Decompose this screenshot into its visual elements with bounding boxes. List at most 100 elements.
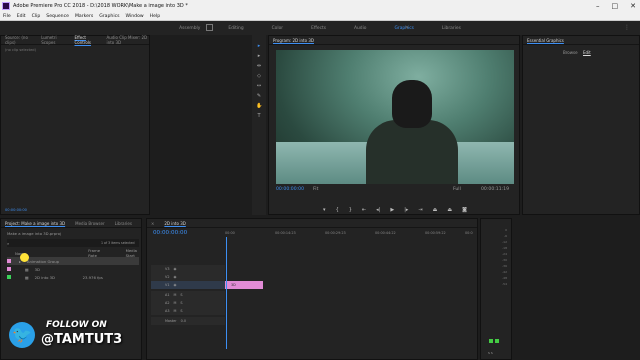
master-value[interactable]: 0.0	[181, 319, 186, 323]
slip-tool-icon[interactable]: ↔	[256, 83, 262, 89]
menu-window[interactable]: Window	[126, 14, 144, 19]
workspace-audio[interactable]: Audio	[354, 26, 366, 31]
play-icon[interactable]: ▶	[390, 207, 394, 213]
window-title: Adobe Premiere Pro CC 2018 - D:\2018 WOR…	[13, 3, 188, 9]
tab-media-browser[interactable]: Media Browser	[75, 221, 105, 226]
track-header-a3[interactable]: A3 M S	[151, 307, 225, 315]
jacket-figure	[366, 120, 458, 184]
chevron-right-icon[interactable]: »	[405, 24, 409, 31]
track-header-v1[interactable]: V1 ◉	[151, 281, 225, 289]
head-figure	[392, 80, 432, 128]
workspace-editing[interactable]: Editing	[228, 26, 243, 31]
timeline-panel: × 2D into 3D 00:00:00:00 00:00 00:00:14:2…	[146, 218, 478, 360]
timeline-timecode[interactable]: 00:00:00:00	[153, 230, 187, 236]
master-track[interactable]: Master 0.0	[151, 317, 225, 325]
maximize-icon[interactable]: □	[612, 2, 619, 10]
tab-source[interactable]: Source: (no clips)	[5, 35, 31, 45]
solo-icon[interactable]: S	[180, 301, 182, 305]
tab-libraries[interactable]: Libraries	[115, 221, 132, 226]
meter-right	[495, 339, 499, 343]
workspace-effects[interactable]: Effects	[311, 26, 326, 31]
track-label: A3	[165, 309, 170, 313]
minimize-icon[interactable]: –	[596, 2, 600, 10]
track-header-a1[interactable]: A1 M S	[151, 291, 225, 299]
fit-select[interactable]: Fit	[313, 187, 318, 192]
step-forward-icon[interactable]: |▸	[404, 207, 408, 213]
workspace-assembly[interactable]: Assembly	[179, 26, 200, 31]
program-title[interactable]: Program: 2D into 3D	[273, 38, 314, 43]
go-to-out-icon[interactable]: ⇥	[418, 207, 422, 213]
eye-icon[interactable]: ◉	[173, 283, 176, 287]
track-header-a2[interactable]: A2 M S	[151, 299, 225, 307]
program-timecode[interactable]: 00:00:00:00	[276, 187, 304, 192]
timeline-clip[interactable]: 3D	[225, 281, 263, 289]
camera-icon[interactable]: ◙	[462, 207, 467, 213]
workspace-menu-icon[interactable]: ⋮	[624, 24, 630, 31]
playhead[interactable]	[226, 237, 227, 349]
step-back-icon[interactable]: ◂|	[376, 207, 380, 213]
pen-tool-icon[interactable]: ✎	[256, 93, 262, 99]
eye-icon[interactable]: ◉	[173, 275, 176, 279]
eye-icon[interactable]: ◉	[173, 267, 176, 271]
tab-audio-clip-mixer[interactable]: Audio Clip Mixer: 2D into 3D	[107, 35, 149, 45]
solo-buttons[interactable]: S S	[488, 351, 493, 355]
go-to-in-icon[interactable]: ⇤	[362, 207, 366, 213]
workspace-color[interactable]: Color	[272, 26, 283, 31]
solo-icon[interactable]: S	[180, 309, 182, 313]
meter-scale: 0 -6 -12 -18 -24 -30 -36 -42 -48 -54	[502, 227, 507, 287]
close-sequence-icon[interactable]: ×	[151, 221, 154, 226]
hand-tool-icon[interactable]: ✋	[256, 103, 262, 109]
tab-lumetri-scopes[interactable]: Lumetri Scopes	[41, 35, 64, 45]
program-video-frame[interactable]	[276, 50, 514, 184]
tab-effect-controls[interactable]: Effect Controls	[74, 35, 96, 45]
menu-file[interactable]: File	[3, 14, 11, 19]
time-ruler[interactable]: 00:00 00:00:14:23 00:00:29:23 00:00:44:2…	[225, 231, 479, 239]
mute-icon[interactable]: M	[173, 293, 176, 297]
type-tool-icon[interactable]: T	[256, 113, 262, 119]
menu-sequence[interactable]: Sequence	[46, 14, 69, 19]
menu-markers[interactable]: Markers	[75, 14, 93, 19]
menu-edit[interactable]: Edit	[17, 14, 26, 19]
track-label: V3	[165, 267, 170, 271]
menu-help[interactable]: Help	[150, 14, 160, 19]
tab-project[interactable]: Project: Make a image into 3D	[5, 221, 65, 226]
twitter-handle: @TAMTUT3	[41, 332, 123, 347]
track-select-icon[interactable]: ▸	[256, 53, 262, 59]
menu-graphics[interactable]: Graphics	[99, 14, 119, 19]
home-icon[interactable]	[206, 24, 213, 31]
program-duration: 00:00:11:19	[481, 187, 510, 192]
mute-icon[interactable]: M	[173, 301, 176, 305]
transport-controls: ▾ { } ⇤ ◂| ▶ |▸ ⇥ ⏏ ⏏ ◙	[269, 207, 521, 213]
ripple-edit-icon[interactable]: ⇹	[256, 63, 262, 69]
track-header-v3[interactable]: V3 ◉	[151, 265, 225, 273]
item-name: 3D	[34, 266, 40, 272]
track-header-v2[interactable]: V2 ◉	[151, 273, 225, 281]
tab-sequence[interactable]: 2D into 3D	[164, 221, 185, 226]
quality-select[interactable]: Full	[453, 187, 461, 192]
essential-graphics-panel: Essential Graphics Browse Edit	[522, 35, 640, 215]
item-name: Animation Group	[26, 258, 60, 264]
sequence-icon: ▦	[25, 266, 29, 272]
list-item[interactable]: ▦ 3D	[7, 265, 139, 273]
meter-left	[489, 339, 493, 343]
tab-edit[interactable]: Edit	[583, 50, 591, 55]
menu-clip[interactable]: Clip	[32, 14, 41, 19]
search-icon: ⌕	[7, 240, 10, 246]
extract-icon[interactable]: ⏏	[447, 207, 452, 213]
close-icon[interactable]: ✕	[630, 2, 636, 10]
razor-icon[interactable]: ◇	[256, 73, 262, 79]
out-point-icon[interactable]: }	[349, 207, 352, 213]
mute-icon[interactable]: M	[173, 309, 176, 313]
list-item[interactable]: ▦ 2D into 3D 23.976 fps	[7, 273, 139, 281]
no-clip-label: (no clip selected)	[5, 48, 36, 52]
marker-icon[interactable]: ▾	[323, 207, 326, 213]
essential-graphics-title[interactable]: Essential Graphics	[527, 38, 564, 43]
selection-count: 1 of 3 items selected	[101, 241, 135, 245]
ruler-label: 00:00:44:22	[375, 231, 396, 235]
in-point-icon[interactable]: {	[336, 207, 339, 213]
workspace-libraries[interactable]: Libraries	[442, 26, 461, 31]
selection-tool-icon[interactable]: ▸	[256, 43, 262, 49]
lift-icon[interactable]: ⏏	[433, 207, 438, 213]
tab-browse[interactable]: Browse	[563, 50, 578, 55]
solo-icon[interactable]: S	[180, 293, 182, 297]
